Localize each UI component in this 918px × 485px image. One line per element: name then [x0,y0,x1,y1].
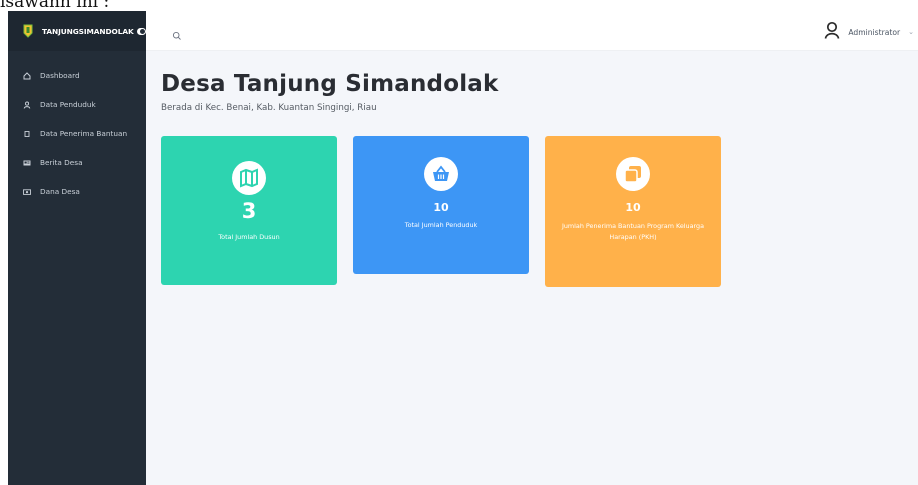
stat-card-penduduk: 10 Total Jumlah Penduduk [353,136,529,274]
sidebar-item-label: Data Penduduk [40,100,96,109]
page-title: Desa Tanjung Simandolak [161,71,499,97]
page-subtitle: Berada di Kec. Benai, Kab. Kuantan Singi… [161,103,377,113]
user-menu[interactable]: Administrator ⌄ [824,21,918,43]
sidebar-item-dana-desa[interactable]: Dana Desa [8,177,146,206]
stat-value: 10 [625,201,641,214]
stat-label: Jumlah Penerima Bantuan Program Keluarga… [562,222,704,241]
stat-label: Total Jumlah Penduduk [404,221,478,229]
user-icon [23,101,31,109]
sidebar-toggle-icon[interactable] [136,27,146,35]
sidebar-item-berita-desa[interactable]: Berita Desa [8,148,146,177]
stat-card-pkh: 10 Jumlah Penerima Bantuan Program Kelua… [545,136,721,287]
home-icon [23,71,31,80]
sidebar-item-label: Dashboard [40,71,80,80]
brand[interactable]: TANJUNGSIMANDOLAK [8,11,146,51]
newspaper-icon [23,159,31,167]
stat-value: 3 [241,199,257,223]
copy-icon [616,157,650,191]
sidebar-item-label: Berita Desa [40,158,83,167]
village-logo-icon [23,24,33,38]
sidebar-item-label: Data Penerima Bantuan [40,129,128,138]
sidebar-item-label: Dana Desa [40,187,80,196]
top-bar: Administrator ⌄ [146,11,918,51]
stat-value: 10 [433,201,449,214]
sidebar-item-data-penerima-bantuan[interactable]: Data Penerima Bantuan [8,119,146,148]
map-icon [232,161,266,195]
sidebar-item-data-penduduk[interactable]: Data Penduduk [8,90,146,119]
sidebar: TANJUNGSIMANDOLAK Dashboard Data Pendudu… [8,11,146,485]
money-icon [23,188,31,196]
brand-name: TANJUNGSIMANDOLAK [42,26,134,36]
sidebar-item-dashboard[interactable]: Dashboard [8,61,146,90]
basket-icon [424,157,458,191]
chevron-down-icon: ⌄ [908,28,914,36]
main-content: Desa Tanjung Simandolak Berada di Kec. B… [146,51,918,485]
square-icon [23,130,31,138]
stat-card-dusun: 3 Total Jumlah Dusun [161,136,337,285]
user-avatar-icon [824,21,840,43]
sidebar-nav: Dashboard Data Penduduk Data Penerima Ba… [8,61,146,206]
user-name: Administrator [848,27,901,37]
app-window: TANJUNGSIMANDOLAK Dashboard Data Pendudu… [8,11,918,485]
stat-label: Total Jumlah Dusun [218,233,280,241]
search-icon[interactable] [172,26,182,40]
